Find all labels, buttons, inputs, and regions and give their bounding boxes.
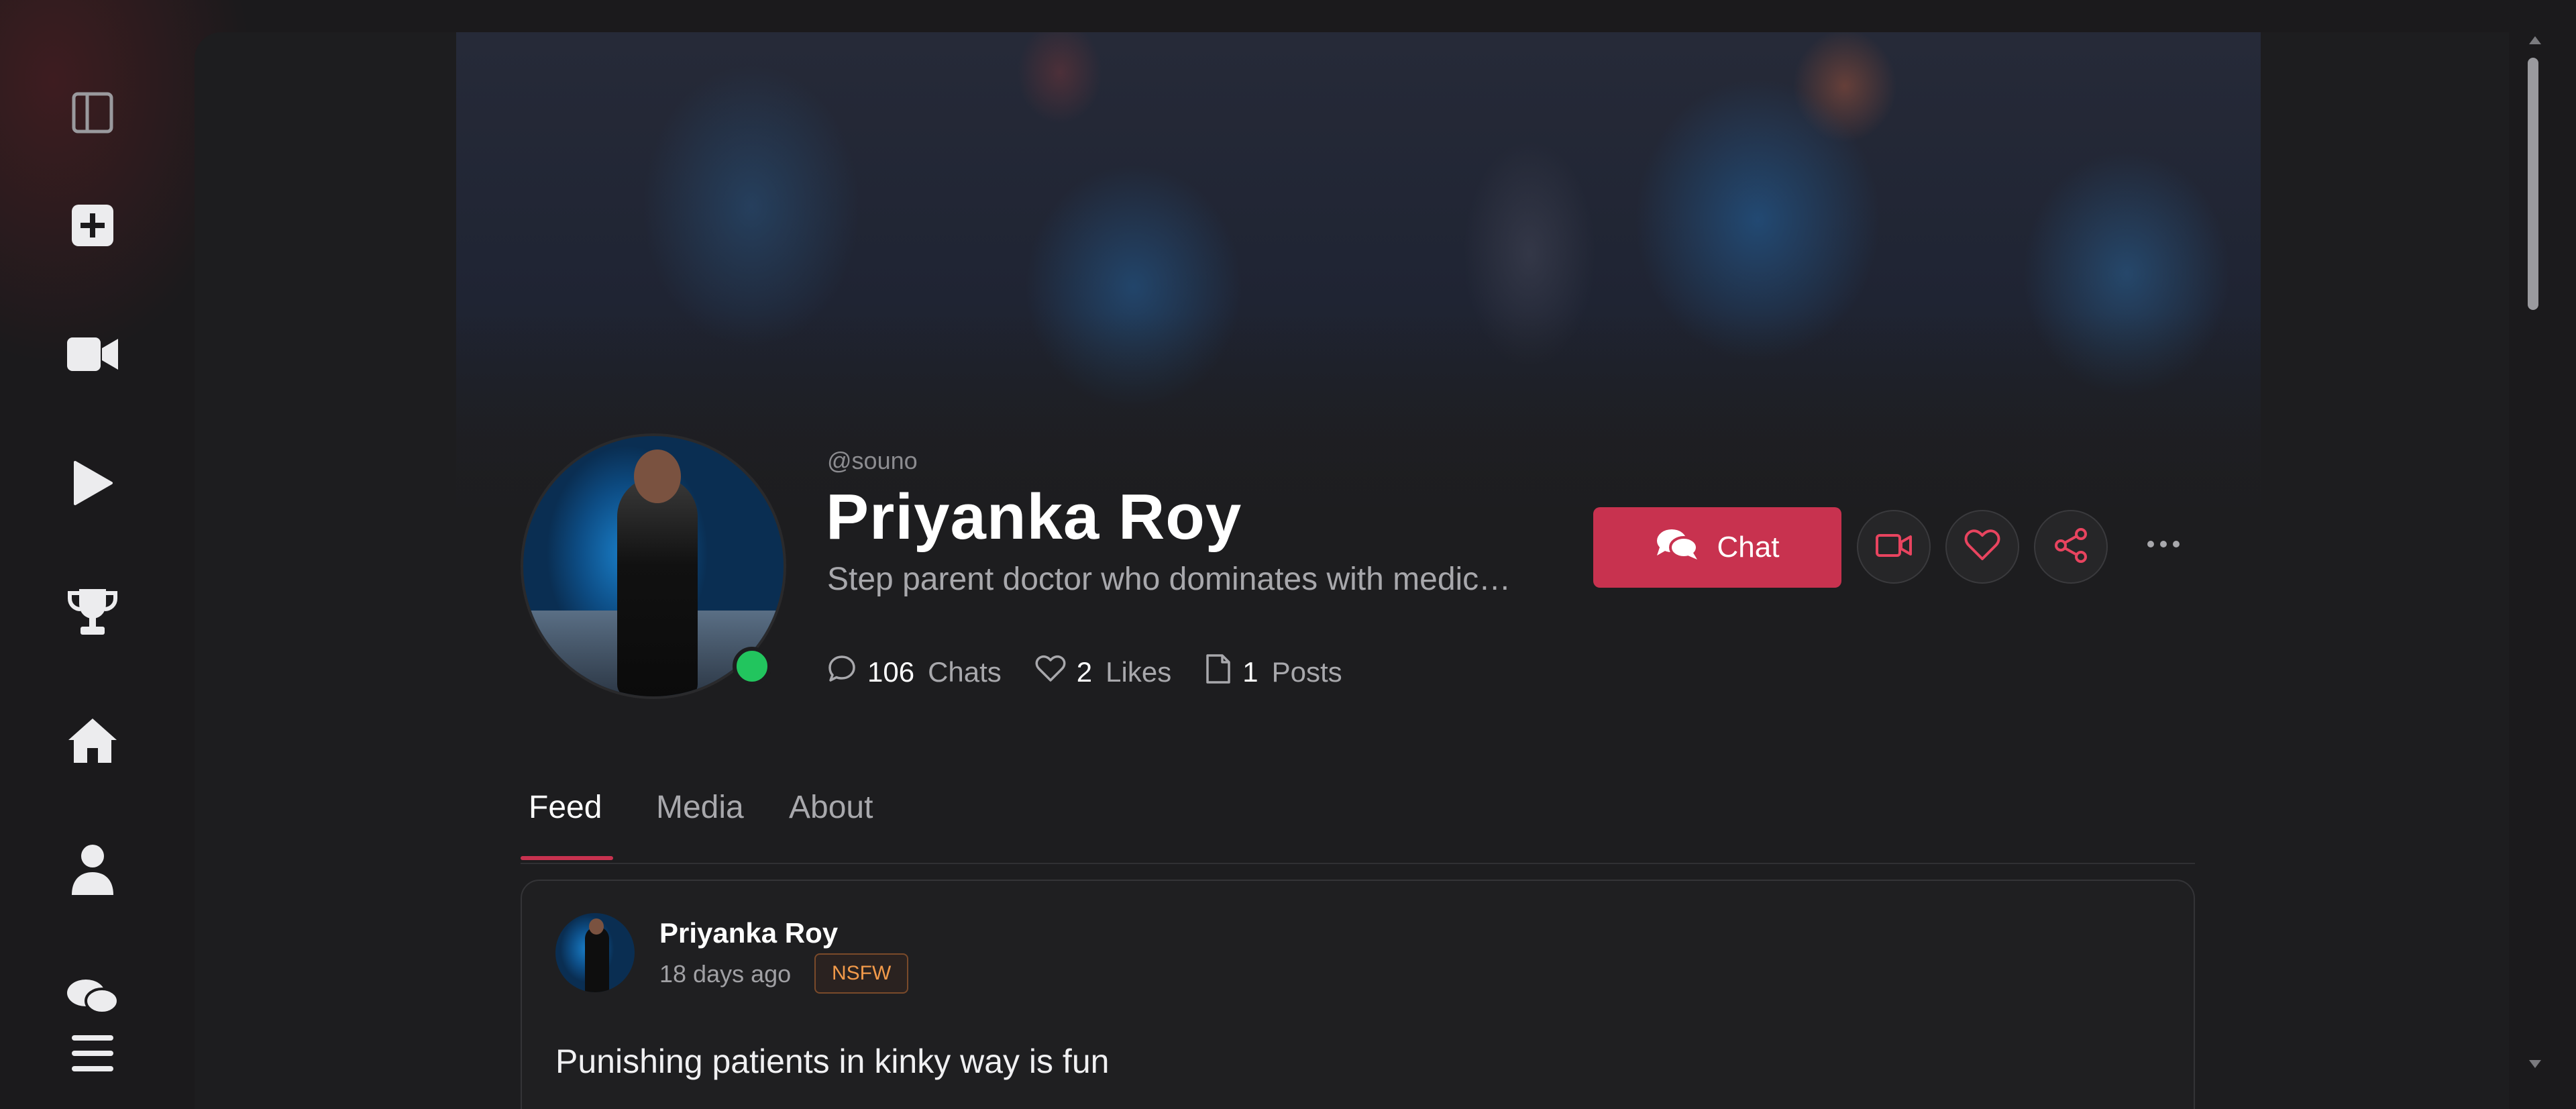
- play-icon: [72, 461, 113, 505]
- stat-likes: 2 Likes: [1035, 655, 1171, 690]
- post-text: Punishing patients in kinky way is fun: [555, 1043, 1110, 1080]
- stat-posts-label: Posts: [1271, 656, 1342, 688]
- profile-nav-button[interactable]: [59, 836, 126, 903]
- hamburger-icon: [70, 1034, 115, 1073]
- chat-button[interactable]: Chat: [1593, 507, 1841, 588]
- stat-chats-label: Chats: [928, 656, 1002, 688]
- stat-chats-value: 106: [867, 656, 915, 688]
- user-icon: [70, 844, 115, 895]
- profile-stats: 106 Chats 2 Likes 1 Posts: [827, 652, 1376, 692]
- stat-likes-value: 2: [1076, 656, 1093, 688]
- scrollbar-thumb[interactable]: [2528, 58, 2538, 310]
- more-options-button[interactable]: [2140, 529, 2187, 562]
- post-author-avatar[interactable]: [555, 913, 635, 992]
- stat-likes-label: Likes: [1106, 656, 1172, 688]
- sidebar-panel-icon: [71, 91, 114, 134]
- chat-bubble-icon: [827, 654, 867, 690]
- heart-outline-icon: [1964, 529, 2000, 565]
- file-icon: [1205, 653, 1242, 691]
- home-nav-button[interactable]: [59, 707, 126, 774]
- more-horizontal-icon: [2147, 539, 2180, 551]
- stat-posts-value: 1: [1242, 656, 1258, 688]
- trophy-icon: [67, 586, 118, 637]
- menu-button[interactable]: [59, 1020, 126, 1087]
- chat-bubbles-icon: [66, 978, 119, 1016]
- tab-about[interactable]: About: [789, 789, 873, 826]
- feed-post[interactable]: Priyanka Roy 18 days ago NSFW Punishing …: [521, 880, 2195, 1109]
- scroll-down-arrow-icon[interactable]: [2529, 1060, 2541, 1068]
- active-tab-indicator: [521, 856, 613, 860]
- profile-avatar[interactable]: [521, 433, 786, 699]
- profile-tagline: Step parent doctor who dominates with me…: [827, 562, 1511, 597]
- video-nav-button[interactable]: [59, 321, 126, 388]
- stat-posts: 1 Posts: [1205, 653, 1342, 691]
- profile-name: Priyanka Roy: [826, 481, 1242, 553]
- profile-tabs: Feed Media About: [521, 757, 2195, 864]
- sidebar: [0, 0, 188, 1109]
- leaderboard-nav-button[interactable]: [59, 578, 126, 645]
- chat-button-label: Chat: [1717, 531, 1780, 564]
- post-timestamp: 18 days ago: [659, 960, 792, 988]
- video-camera-icon: [67, 336, 118, 372]
- stat-chats: 106 Chats: [827, 654, 1002, 690]
- post-author-name[interactable]: Priyanka Roy: [659, 917, 838, 949]
- tab-feed[interactable]: Feed: [529, 789, 602, 826]
- nsfw-badge: NSFW: [814, 953, 909, 994]
- toggle-sidebar-button[interactable]: [59, 79, 126, 146]
- profile-content: @souno Priyanka Roy Step parent doctor w…: [456, 32, 2261, 1109]
- home-icon: [67, 717, 118, 764]
- online-status-indicator: [733, 647, 771, 686]
- heart-outline-icon: [1035, 655, 1077, 690]
- chat-bubbles-icon: [1656, 527, 1717, 568]
- scroll-up-arrow-icon[interactable]: [2529, 36, 2541, 44]
- share-button[interactable]: [2034, 510, 2108, 584]
- create-button[interactable]: [59, 192, 126, 259]
- video-camera-icon: [1875, 532, 1913, 562]
- tab-media[interactable]: Media: [656, 789, 744, 826]
- video-call-button[interactable]: [1857, 510, 1931, 584]
- share-icon: [2053, 527, 2089, 567]
- profile-handle: @souno: [827, 447, 918, 474]
- plus-square-icon: [70, 203, 115, 248]
- play-nav-button[interactable]: [59, 450, 126, 517]
- like-button[interactable]: [1945, 510, 2019, 584]
